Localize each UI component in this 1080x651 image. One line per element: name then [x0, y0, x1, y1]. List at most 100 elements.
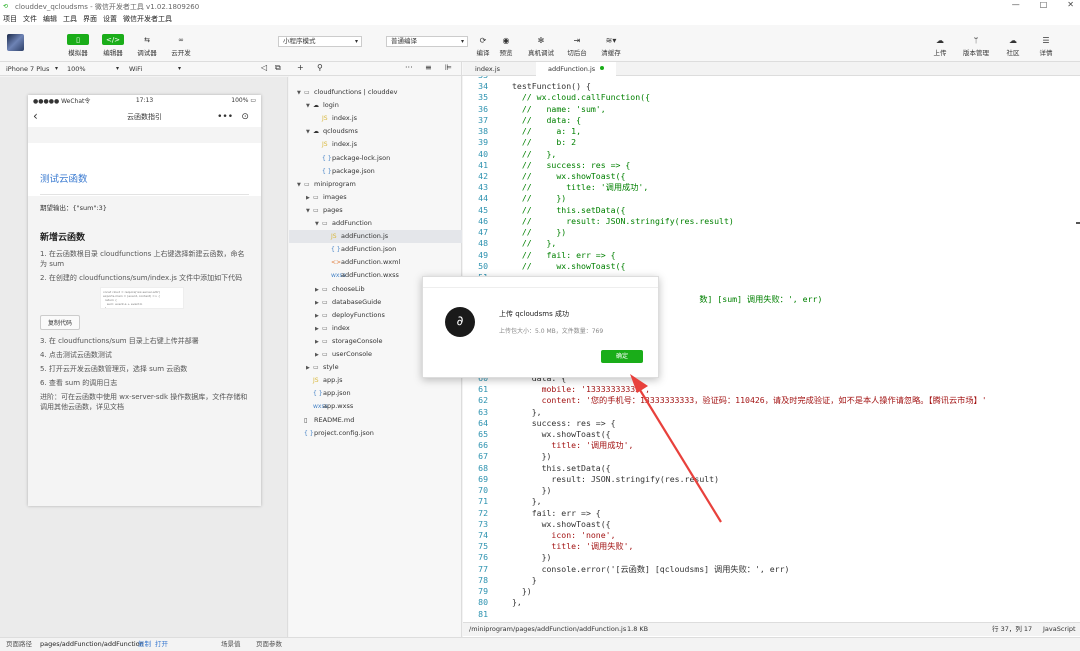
tree-item[interactable]: ▼ ☁ qcloudsms — [289, 125, 462, 138]
tree-item[interactable]: ▼ ☁ login — [289, 99, 462, 112]
tree-item-label: addFunction.js — [341, 232, 389, 241]
zoom-select[interactable]: 100% — [63, 64, 121, 74]
tree-item[interactable]: JS index.js — [289, 138, 462, 151]
debug-icon: ⇆ — [144, 35, 150, 44]
confirm-button[interactable]: 确定 — [601, 350, 643, 363]
code-text: // data: { — [512, 114, 582, 125]
copy-code-button[interactable]: 复制代码 — [40, 315, 81, 330]
upload-button[interactable]: ☁ 上传 — [929, 36, 951, 57]
menu-settings[interactable]: 设置 — [103, 14, 117, 24]
tree-item[interactable]: JS addFunction.js — [289, 230, 462, 244]
tree-item[interactable]: { }addFunction.json — [289, 243, 462, 256]
tree-item[interactable]: ▶ ▭ images — [289, 191, 462, 204]
rotate-icon[interactable]: ⧉ — [275, 63, 281, 73]
copy-path-link[interactable]: 复制 — [138, 638, 151, 651]
main-toolbar: ▯ 模拟器 </> 编辑器 ⇆ 调试器 ∞ 云开发 小程序模式 普通编译 ⟳ 编… — [0, 25, 1080, 62]
md-icon: ▯ — [304, 416, 308, 424]
phone-icon: ▯ — [67, 34, 89, 45]
line-number: 78 — [478, 574, 488, 585]
switch-backend-button[interactable]: ⇥ 切后台 — [565, 36, 589, 57]
language-mode[interactable]: JavaScript — [1043, 623, 1076, 636]
chevron-right-icon: ▶ — [306, 365, 310, 372]
folder-icon: ▭ — [322, 324, 328, 332]
tree-item[interactable]: JS index.js — [289, 112, 462, 125]
version-button[interactable]: ᛘ 版本管理 — [960, 36, 992, 57]
preview-button[interactable]: ◉ 预览 — [495, 36, 517, 57]
tree-item[interactable]: { }app.json — [289, 387, 462, 400]
avatar[interactable] — [7, 34, 24, 51]
tree-item[interactable]: ▯ README.md — [289, 414, 462, 427]
test-cloud-function-link[interactable]: 测试云函数 — [40, 171, 88, 185]
page-params-button[interactable]: 页面参数 — [256, 638, 282, 651]
menu-tools[interactable]: 工具 — [63, 14, 77, 24]
test-card[interactable]: 测试云函数 — [28, 143, 261, 196]
scene-button[interactable]: 场景值 — [221, 638, 241, 651]
code-snippet-image: const cloud = require('wx-server-sdk') e… — [100, 287, 184, 309]
details-button[interactable]: ☰ 详情 — [1035, 36, 1057, 57]
collapse-icon[interactable]: ≡ — [425, 63, 432, 72]
compile-mode-select[interactable]: 普通编译 — [386, 36, 468, 47]
compile-button[interactable]: ⟳ 编译 — [472, 36, 494, 57]
minimize-button[interactable]: — — [1012, 0, 1020, 9]
tree-item[interactable]: ▼ ▭ addFunction — [289, 217, 462, 230]
menu-file[interactable]: 文件 — [23, 14, 37, 24]
tree-item[interactable]: ▼ ▭ pages — [289, 204, 462, 217]
tab-index-js[interactable]: index.js — [463, 62, 512, 76]
tab-addfunction-js[interactable]: addFunction.js — [536, 62, 617, 76]
mode-select[interactable]: 小程序模式 — [278, 36, 362, 47]
close-button[interactable]: ✕ — [1067, 0, 1074, 9]
search-icon[interactable]: ⚲ — [317, 63, 323, 72]
menu-project[interactable]: 项目 — [3, 14, 17, 24]
new-function-guide: 新增云函数 1. 在云函数根目录 cloudfunctions 上右键选择新建云… — [40, 230, 250, 416]
tree-item[interactable]: { }project.config.json — [289, 427, 462, 440]
device-select[interactable]: iPhone 7 Plus — [2, 64, 60, 74]
upload-success-dialog: ∂ 上传 qcloudsms 成功 上传包大小：5.0 MB，文件数量：769 … — [422, 276, 659, 378]
line-number: 39 — [478, 137, 488, 148]
community-button[interactable]: ☁ 社区 — [1002, 36, 1024, 57]
chevron-down-icon: ▼ — [297, 90, 301, 96]
switch-icon: ⇥ — [573, 36, 581, 45]
real-debug-button[interactable]: ✻ 真机调试 — [526, 36, 556, 57]
folder-icon: ▭ — [322, 351, 328, 358]
tree-item[interactable]: ▼ ▭ miniprogram — [289, 178, 462, 191]
tree-item-label: app.js — [323, 376, 343, 385]
tree-item[interactable]: <>addFunction.wxml — [289, 256, 462, 269]
maximize-button[interactable]: □ — [1040, 0, 1048, 9]
code-line: 78 } — [463, 575, 1080, 586]
tree-item[interactable]: { }package-lock.json — [289, 152, 462, 165]
more-icon[interactable]: ··· — [405, 63, 413, 72]
modified-dot-icon — [600, 66, 605, 70]
menu-devtools[interactable]: 微信开发者工具 — [123, 14, 172, 24]
debugger-button[interactable]: ⇆ 调试器 — [134, 34, 160, 58]
code-line: 76 }) — [463, 552, 1080, 563]
tree-item[interactable]: wxssapp.wxss — [289, 400, 462, 413]
target-icon[interactable]: ⊙ — [241, 112, 249, 122]
code-text: mobile: '13333333333', — [512, 384, 651, 395]
cloud-button[interactable]: ∞ 云开发 — [168, 34, 194, 58]
code-text: wx.showToast({ — [512, 518, 611, 529]
code-text: }, — [512, 406, 542, 417]
tree-item-label: addFunction.wxss — [341, 271, 399, 280]
volume-icon[interactable]: ◁ — [261, 63, 267, 72]
editor-button[interactable]: </> 编辑器 — [100, 34, 126, 57]
cloud-icon: ☁ — [313, 128, 319, 136]
menu-edit[interactable]: 编辑 — [43, 14, 57, 24]
capsule-menu[interactable]: ••• ⊙ — [213, 109, 253, 124]
clear-cache-button[interactable]: ≋▾ 清缓存 — [598, 36, 624, 57]
cursor-position[interactable]: 行 37，列 17 — [992, 623, 1032, 636]
menu-view[interactable]: 界面 — [83, 14, 97, 24]
code-line: 34 testFunction() { — [463, 81, 1080, 92]
layout-icon[interactable]: ⊫ — [445, 63, 452, 72]
json-icon: { } — [322, 167, 332, 175]
tree-item[interactable]: { }package.json — [289, 165, 462, 178]
open-path-link[interactable]: 打开 — [155, 638, 168, 651]
add-icon[interactable]: + — [297, 63, 304, 72]
more-icon[interactable]: ••• — [217, 112, 233, 122]
simulator-button[interactable]: ▯ 模拟器 — [65, 34, 91, 57]
network-select[interactable]: WiFi — [125, 64, 183, 74]
tree-item[interactable]: ▼ ▭ cloudfunctions | clouddev — [289, 86, 462, 99]
line-number: 45 — [478, 204, 488, 215]
tree-item-label: storageConsole — [332, 336, 383, 345]
line-number: 36 — [478, 103, 488, 114]
line-number: 69 — [478, 473, 488, 484]
